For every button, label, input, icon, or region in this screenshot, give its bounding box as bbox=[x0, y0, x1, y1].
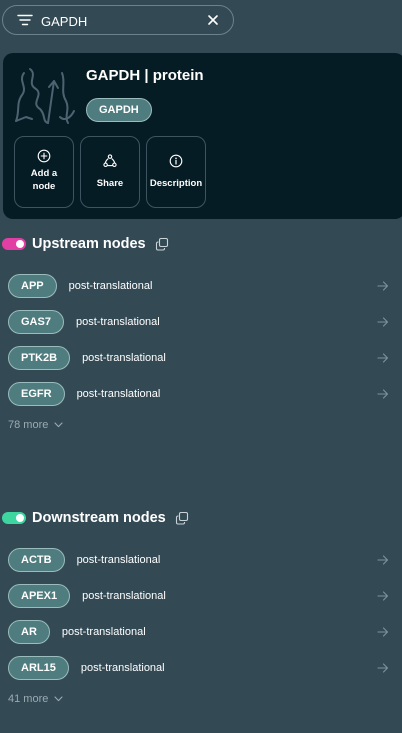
info-icon bbox=[169, 154, 183, 168]
description-button[interactable]: Description bbox=[146, 136, 206, 208]
entity-title: GAPDH | protein bbox=[86, 67, 204, 84]
gene-tag[interactable]: ACTB bbox=[8, 548, 65, 572]
list-item[interactable]: PTK2B post-translational bbox=[8, 340, 393, 376]
downstream-list: ACTB post-translational APEX1 post-trans… bbox=[8, 542, 393, 686]
list-item[interactable]: AR post-translational bbox=[8, 614, 393, 650]
relation-label: post-translational bbox=[75, 316, 160, 328]
gene-tag[interactable]: PTK2B bbox=[8, 346, 71, 370]
gene-tag[interactable]: ARL15 bbox=[8, 656, 69, 680]
upstream-title: Upstream nodes bbox=[32, 236, 146, 252]
arrow-right-icon[interactable] bbox=[377, 316, 389, 328]
description-label: Description bbox=[149, 178, 203, 189]
entity-tag[interactable]: GAPDH bbox=[86, 98, 152, 122]
arrow-right-icon[interactable] bbox=[377, 662, 389, 674]
show-more-label: 78 more bbox=[8, 419, 49, 431]
arrow-right-icon[interactable] bbox=[377, 590, 389, 602]
arrow-right-icon[interactable] bbox=[377, 280, 389, 292]
arrow-right-icon[interactable] bbox=[377, 388, 389, 400]
downstream-toggle[interactable] bbox=[2, 512, 26, 524]
gene-tag[interactable]: AR bbox=[8, 620, 50, 644]
search-bar[interactable]: GAPDH bbox=[2, 5, 234, 35]
add-node-button[interactable]: Add a node bbox=[14, 136, 74, 208]
close-icon[interactable] bbox=[206, 13, 220, 27]
show-more-label: 41 more bbox=[8, 693, 49, 705]
protein-structure-icon bbox=[15, 68, 75, 124]
share-label: Share bbox=[96, 178, 124, 189]
relation-label: post-translational bbox=[82, 590, 166, 602]
copy-icon[interactable] bbox=[175, 511, 189, 525]
upstream-list: APP post-translational GAS7 post-transla… bbox=[8, 268, 393, 412]
filter-icon[interactable] bbox=[17, 14, 33, 26]
entity-card: GAPDH | protein GAPDH Add a node Share D… bbox=[3, 53, 402, 219]
arrow-right-icon[interactable] bbox=[377, 352, 389, 364]
list-item[interactable]: ACTB post-translational bbox=[8, 542, 393, 578]
share-icon bbox=[103, 154, 117, 168]
list-item[interactable]: ARL15 post-translational bbox=[8, 650, 393, 686]
plus-circle-icon bbox=[37, 149, 51, 163]
gene-tag[interactable]: EGFR bbox=[8, 382, 65, 406]
upstream-section-header: Upstream nodes bbox=[2, 234, 169, 254]
list-item[interactable]: APP post-translational bbox=[8, 268, 393, 304]
copy-icon[interactable] bbox=[155, 237, 169, 251]
chevron-down-icon bbox=[54, 422, 63, 428]
arrow-right-icon[interactable] bbox=[377, 554, 389, 566]
relation-label: post-translational bbox=[80, 662, 165, 674]
gene-tag[interactable]: APP bbox=[8, 274, 57, 298]
upstream-toggle[interactable] bbox=[2, 238, 26, 250]
toggle-knob bbox=[16, 240, 24, 248]
chevron-down-icon bbox=[54, 696, 63, 702]
downstream-section-header: Downstream nodes bbox=[2, 508, 189, 528]
add-node-label: Add a node bbox=[30, 168, 58, 192]
gene-tag[interactable]: APEX1 bbox=[8, 584, 71, 608]
relation-label: post-translational bbox=[68, 280, 153, 292]
relation-label: post-translational bbox=[76, 554, 161, 566]
share-button[interactable]: Share bbox=[80, 136, 140, 208]
gene-tag[interactable]: GAS7 bbox=[8, 310, 64, 334]
downstream-title: Downstream nodes bbox=[32, 510, 166, 526]
list-item[interactable]: EGFR post-translational bbox=[8, 376, 393, 412]
toggle-knob bbox=[16, 514, 24, 522]
list-item[interactable]: GAS7 post-translational bbox=[8, 304, 393, 340]
relation-label: post-translational bbox=[61, 626, 146, 638]
relation-label: post-translational bbox=[76, 388, 161, 400]
list-item[interactable]: APEX1 post-translational bbox=[8, 578, 393, 614]
downstream-show-more[interactable]: 41 more bbox=[8, 693, 63, 705]
upstream-show-more[interactable]: 78 more bbox=[8, 419, 63, 431]
arrow-right-icon[interactable] bbox=[377, 626, 389, 638]
search-input[interactable]: GAPDH bbox=[41, 14, 87, 29]
relation-label: post-translational bbox=[82, 352, 166, 364]
